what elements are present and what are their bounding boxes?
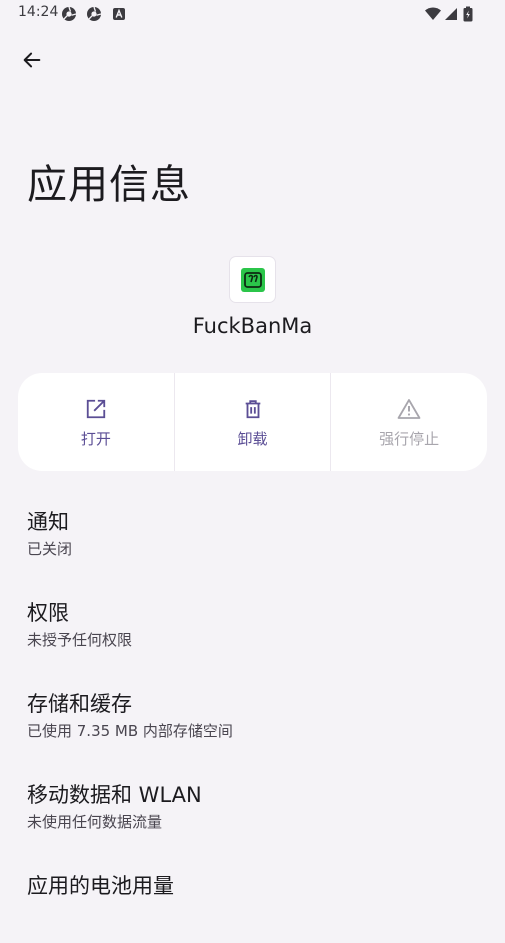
force-stop-button[interactable]: 强行停止 [330, 373, 487, 471]
pref-title: 权限 [27, 601, 69, 625]
chrome-icon [61, 6, 77, 22]
pref-permissions[interactable]: 权限 未授予任何权限 [0, 579, 505, 670]
page-title: 应用信息 [27, 162, 191, 208]
pref-notifications[interactable]: 通知 已关闭 [0, 488, 505, 579]
preference-list: 通知 已关闭 权限 未授予任何权限 存储和缓存 已使用 7.35 MB 内部存储… [0, 488, 505, 943]
pref-data-usage[interactable]: 移动数据和 WLAN 未使用任何数据流量 [0, 761, 505, 852]
pref-summary: 已关闭 [27, 540, 73, 558]
pref-title: 存储和缓存 [27, 692, 132, 716]
status-bar: 14:24 [0, 0, 505, 28]
open-button-label: 打开 [80, 430, 111, 448]
back-button[interactable] [12, 40, 52, 80]
pref-storage[interactable]: 存储和缓存 已使用 7.35 MB 内部存储空间 [0, 670, 505, 761]
signal-icon [443, 6, 459, 22]
action-bar: 打开 卸载 强行停止 [18, 373, 487, 471]
pref-title: 通知 [27, 510, 69, 534]
accessibility-a-icon [111, 6, 127, 22]
uninstall-button[interactable]: 卸载 [173, 373, 331, 471]
pref-title: 移动数据和 WLAN [27, 783, 202, 807]
wifi-icon [424, 6, 442, 22]
pref-summary: 未使用任何数据流量 [27, 813, 163, 831]
uninstall-button-label: 卸载 [237, 430, 268, 448]
status-time: 14:24 [18, 4, 59, 20]
battery-icon [462, 6, 474, 22]
chrome-icon [86, 6, 102, 22]
app-icon [230, 257, 275, 302]
trash-icon [241, 397, 265, 421]
arrow-left-icon [21, 49, 43, 71]
pref-title: 应用的电池用量 [27, 874, 174, 898]
pref-summary: 未授予任何权限 [27, 631, 133, 649]
open-external-icon [84, 397, 108, 421]
pref-summary: 已使用 7.35 MB 内部存储空间 [27, 722, 233, 740]
force-stop-button-label: 强行停止 [379, 430, 440, 448]
open-button[interactable]: 打开 [18, 373, 174, 471]
warning-icon [397, 397, 421, 421]
pref-battery[interactable]: 应用的电池用量 [0, 852, 505, 943]
app-name: FuckBanMa [192, 314, 313, 338]
